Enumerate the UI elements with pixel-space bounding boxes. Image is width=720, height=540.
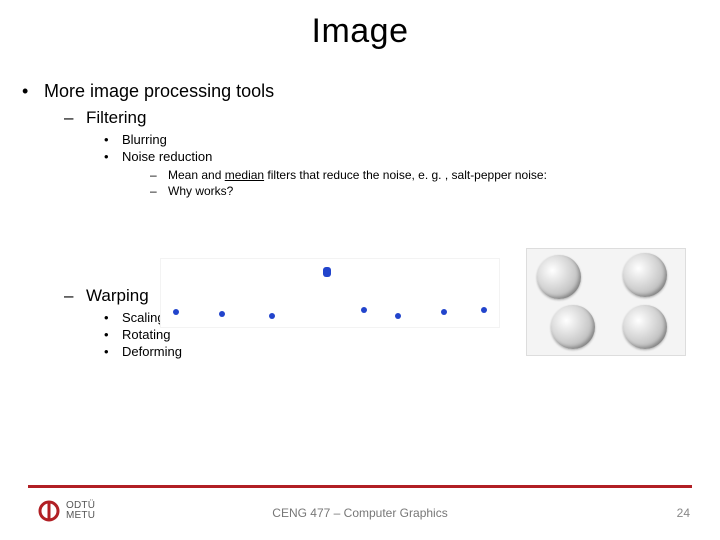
slide: Image More image processing tools Filter… — [0, 0, 720, 540]
page-number: 24 — [677, 506, 690, 520]
bullet-filtering: Filtering Blurring Noise reduction Mean … — [64, 108, 698, 198]
bullet-blurring: Blurring — [104, 132, 698, 147]
bullet-why-works: Why works? — [150, 184, 698, 198]
bullet-filtering-text: Filtering — [86, 108, 146, 127]
bullet-main-text: More image processing tools — [44, 81, 274, 101]
text-post: filters that reduce the noise, e. g. , s… — [264, 168, 547, 182]
bullet-warping-text: Warping — [86, 286, 149, 305]
footer-course: CENG 477 – Computer Graphics — [0, 506, 720, 520]
animation-frame-image — [160, 258, 500, 328]
slide-title: Image — [0, 12, 720, 51]
bullet-noise-reduction: Noise reduction Mean and median filters … — [104, 149, 698, 198]
bullet-noise-text: Noise reduction — [122, 149, 212, 164]
footer-divider — [28, 485, 692, 488]
text-underline: median — [225, 168, 264, 182]
text-pre: Mean and — [168, 168, 225, 182]
coins-image — [526, 248, 686, 356]
bullet-median-filter: Mean and median filters that reduce the … — [150, 168, 698, 182]
